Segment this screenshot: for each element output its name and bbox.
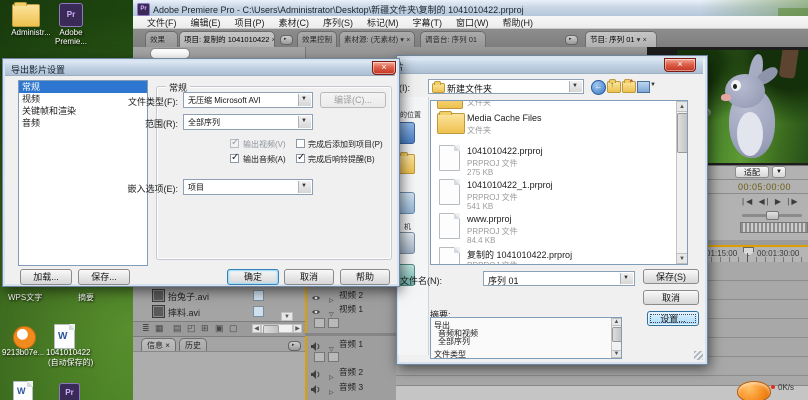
shuttle-knob[interactable]	[766, 211, 779, 220]
desktop-label-abstract[interactable]: 摘要	[78, 292, 94, 303]
wps-file-icon[interactable]	[13, 326, 36, 349]
net-speed-label: 0K/s	[778, 383, 794, 392]
net-speed-ball[interactable]	[737, 381, 771, 400]
premiere-shortcut-icon[interactable]: Pr	[59, 3, 83, 27]
desktop-icon-label[interactable]: Adobe	[48, 28, 94, 37]
tab-project[interactable]: 项目: 复制的 1041010422	[179, 31, 275, 47]
track-name[interactable]: 音频 3	[339, 381, 363, 393]
find-icon[interactable]: ◰	[187, 323, 196, 334]
track-divider	[305, 333, 396, 336]
tab-effects[interactable]: 效果	[145, 31, 178, 47]
panel-menu-icon[interactable]	[565, 35, 578, 45]
label-color-chip[interactable]	[253, 306, 264, 317]
menu-edit[interactable]: 编辑(E)	[185, 16, 227, 29]
label-color-chip[interactable]	[253, 290, 264, 301]
new-item-icon[interactable]: ▣	[215, 323, 224, 334]
scroll-down-icon[interactable]: ▼	[281, 312, 293, 321]
menu-clip[interactable]: 素材(C)	[273, 16, 316, 29]
word-doc-icon[interactable]: W	[13, 381, 33, 400]
project-panel-toolbar: ≣ ▦ ▤ ◰ ⊞ ▣ ▢ ◀ ▶	[133, 321, 305, 337]
premiere-file-icon[interactable]: Pr	[59, 383, 80, 400]
video-rabbit-pupil	[733, 84, 737, 89]
admin-folder-icon[interactable]	[12, 4, 40, 27]
set-display-style-icon[interactable]	[314, 318, 325, 328]
word-w-glyph: W	[58, 331, 67, 342]
track-name[interactable]: 视频 2	[339, 289, 363, 301]
panel-menu-icon[interactable]	[288, 341, 301, 351]
clear-icon[interactable]: ▢	[229, 323, 238, 334]
desktop-icon-label[interactable]: Premie...	[46, 37, 96, 46]
desktop-icon-label[interactable]: 9213b07e...	[2, 348, 44, 357]
menu-help[interactable]: 帮助(H)	[497, 16, 540, 29]
scrollbar-thumb[interactable]	[263, 325, 279, 334]
ruler-label: 01:15:00	[706, 249, 737, 258]
menu-window[interactable]: 窗口(W)	[450, 16, 495, 29]
transport-controls[interactable]: |◀ ◀| ▶ |▶	[742, 197, 800, 206]
video-rabbit-belly	[737, 112, 763, 156]
expand-track-icon[interactable]	[329, 381, 334, 399]
info-panel-body	[133, 351, 305, 400]
toggle-track-audio-icon[interactable]	[311, 381, 320, 399]
tab-effect-controls[interactable]: 效果控制	[297, 31, 337, 47]
divider	[690, 179, 808, 180]
icon-view-icon[interactable]: ▦	[155, 323, 164, 334]
new-bin-icon[interactable]: ⊞	[201, 323, 209, 334]
timeline-tracks-area[interactable]	[396, 262, 808, 385]
scroll-right-icon[interactable]: ▶	[293, 324, 302, 333]
menu-marker[interactable]: 标记(M)	[361, 16, 405, 29]
track-name[interactable]: 视频 1	[339, 303, 363, 315]
list-view-icon[interactable]: ≣	[142, 323, 150, 334]
video-stone	[685, 106, 711, 119]
zoom-dropdown-icon[interactable]: ▼	[772, 166, 786, 178]
keyframe-icon[interactable]	[328, 318, 339, 328]
clip-icon	[152, 305, 165, 318]
premiere-app-icon: Pr	[137, 3, 150, 16]
menu-project[interactable]: 项目(P)	[229, 16, 271, 29]
menu-file[interactable]: 文件(F)	[141, 16, 183, 29]
menu-bar: 文件(F) 编辑(E) 项目(P) 素材(C) 序列(S) 标记(M) 字幕(T…	[133, 16, 808, 29]
menu-title[interactable]: 字幕(T)	[407, 16, 449, 29]
notification-dot	[771, 385, 775, 389]
tab-source-monitor[interactable]: 素材源: (无素材)	[339, 31, 415, 47]
menu-sequence[interactable]: 序列(S)	[317, 16, 359, 29]
fit-zoom-select[interactable]: 适配	[735, 166, 769, 178]
clip-icon	[152, 289, 165, 302]
word-doc-icon[interactable]: W	[54, 324, 75, 349]
automate-to-sequence-icon[interactable]: ▤	[173, 323, 182, 334]
marker-icons[interactable]: ⌐▾	[694, 197, 711, 206]
effects-search-input[interactable]	[150, 48, 190, 59]
word-w-glyph: W	[17, 386, 26, 396]
program-timecode[interactable]: 00:05:00:00	[738, 182, 791, 192]
keyframe-icon[interactable]	[328, 352, 339, 362]
desktop-label-wps[interactable]: WPS文字	[8, 292, 42, 303]
ruler-label: 00:01:30:00	[757, 249, 799, 258]
timeline-focus-highlight	[305, 285, 307, 400]
track-name[interactable]: 音频 2	[339, 366, 363, 378]
screen: Administr... Pr Adobe Premie... WPS文字 摘要…	[0, 0, 808, 400]
project-item-name[interactable]: 抬兔子.avi	[168, 290, 209, 303]
track-name[interactable]: 音频 1	[339, 338, 363, 350]
window-title: Adobe Premiere Pro - C:\Users\Administra…	[153, 3, 623, 16]
video-rabbit-head	[725, 74, 765, 108]
video-tree-trunk	[779, 50, 800, 79]
scroll-left-icon[interactable]: ◀	[252, 324, 261, 333]
tab-audio-mixer[interactable]: 调音台: 序列 01	[420, 31, 486, 47]
project-item-name[interactable]: 摔料.avi	[168, 306, 200, 319]
desktop-icon-label[interactable]: 1041010422	[46, 348, 91, 357]
in-out-marker-icons[interactable]: {▸}	[692, 212, 704, 221]
set-display-style-icon[interactable]	[314, 352, 325, 362]
divider	[690, 193, 808, 194]
program-monitor-video	[677, 50, 808, 163]
tab-program-monitor[interactable]: 节目: 序列 01	[585, 31, 657, 47]
panel-menu-icon[interactable]	[280, 35, 293, 45]
desktop-icon-label[interactable]: (自动保存的)	[48, 357, 93, 368]
jog-wheel[interactable]	[740, 222, 808, 233]
video-rabbit-nose	[721, 94, 731, 101]
